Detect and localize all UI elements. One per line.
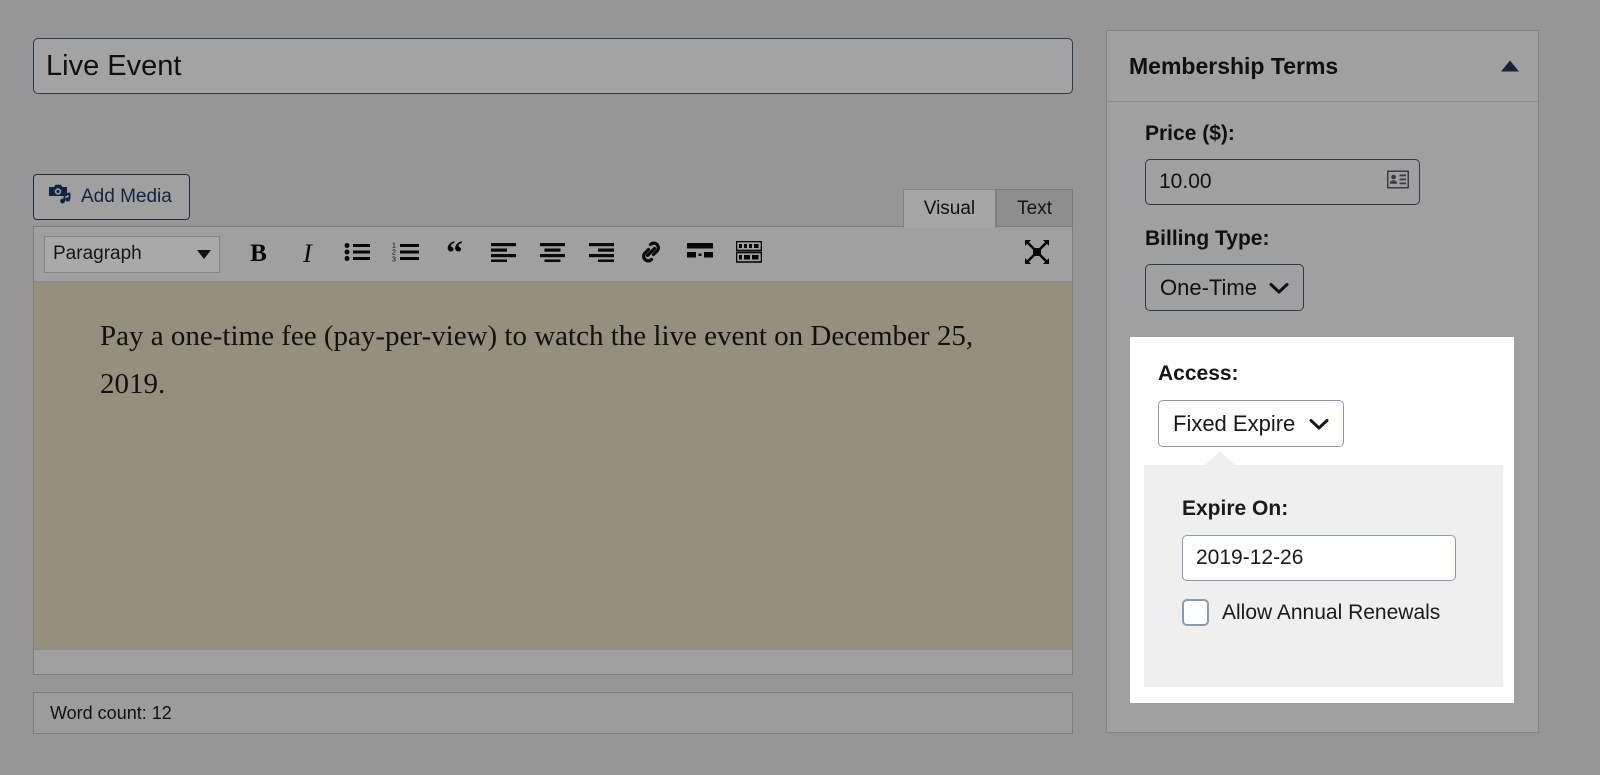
add-media-button[interactable]: Add Media xyxy=(33,174,190,220)
chevron-up-icon[interactable] xyxy=(1501,60,1519,72)
blockquote-button[interactable]: “ xyxy=(430,233,479,275)
access-label: Access: xyxy=(1158,362,1239,385)
metabox-header[interactable]: Membership Terms xyxy=(1107,31,1538,102)
tab-text[interactable]: Text xyxy=(996,189,1073,228)
expire-on-input[interactable] xyxy=(1182,535,1456,581)
editor-paragraph: Pay a one-time fee (pay-per-view) to wat… xyxy=(100,320,974,400)
editor-frame: Paragraph B I 1 2 3 “ Pay a one-time fee… xyxy=(33,226,1073,675)
read-more-icon xyxy=(686,242,713,267)
format-select[interactable]: Paragraph xyxy=(44,235,220,273)
align-right-icon xyxy=(589,242,614,267)
chevron-down-icon xyxy=(197,249,211,259)
media-camera-note-icon xyxy=(48,183,72,211)
allow-annual-renewals-row[interactable]: Allow Annual Renewals xyxy=(1182,599,1503,626)
format-select-value: Paragraph xyxy=(53,243,142,264)
access-type-value: Fixed Expire xyxy=(1173,410,1296,436)
billing-type-label: Billing Type: xyxy=(1145,227,1270,250)
blockquote-icon: “ xyxy=(446,234,463,272)
align-center-icon xyxy=(540,242,565,267)
link-icon xyxy=(638,239,664,270)
bold-icon: B xyxy=(250,240,267,267)
billing-type-value: One-Time xyxy=(1160,274,1257,300)
numbered-list-button[interactable]: 1 2 3 xyxy=(381,233,430,275)
bold-button[interactable]: B xyxy=(234,233,283,275)
editor-content-area[interactable]: Pay a one-time fee (pay-per-view) to wat… xyxy=(34,282,1072,649)
align-left-button[interactable] xyxy=(479,233,528,275)
align-center-button[interactable] xyxy=(528,233,577,275)
svg-text:1: 1 xyxy=(392,242,396,249)
word-count-status-bar: Word count: 12 xyxy=(33,692,1073,734)
read-more-button[interactable] xyxy=(675,233,724,275)
chevron-down-icon xyxy=(1269,275,1289,301)
editor-resize-handle[interactable] xyxy=(34,649,1072,674)
editor-toolbar: Paragraph B I 1 2 3 “ xyxy=(34,227,1072,282)
toolbar-toggle-button[interactable] xyxy=(724,233,773,275)
tab-visual[interactable]: Visual xyxy=(902,189,997,228)
allow-annual-renewals-label: Allow Annual Renewals xyxy=(1222,600,1441,624)
keyboard-toolbar-icon xyxy=(735,240,762,268)
subpanel-pointer-arrow xyxy=(1204,451,1236,466)
post-title-input[interactable] xyxy=(33,38,1073,94)
post-editor-column: Add Media Visual Text Paragraph B I xyxy=(33,38,1073,734)
italic-button[interactable]: I xyxy=(283,233,332,275)
access-type-select[interactable]: Fixed Expire xyxy=(1158,400,1345,447)
allow-annual-renewals-checkbox[interactable] xyxy=(1182,599,1209,626)
align-left-icon xyxy=(491,242,516,267)
bulleted-list-button[interactable] xyxy=(332,233,381,275)
italic-icon: I xyxy=(303,239,312,268)
metabox-body: Price ($): Billing Type: One-Time xyxy=(1107,102,1538,311)
numbered-list-icon: 1 2 3 xyxy=(392,242,420,267)
insert-link-button[interactable] xyxy=(626,233,675,275)
price-input[interactable] xyxy=(1145,159,1420,205)
chevron-down-icon xyxy=(1309,411,1329,437)
expire-on-label: Expire On: xyxy=(1182,497,1289,520)
fullscreen-expand-button[interactable] xyxy=(1020,237,1054,271)
fullscreen-expand-icon xyxy=(1022,237,1052,272)
billing-type-select[interactable]: One-Time xyxy=(1145,264,1304,311)
expire-settings-subpanel: Expire On: Allow Annual Renewals xyxy=(1144,451,1503,687)
word-count-label: Word count: 12 xyxy=(50,703,172,723)
add-media-label: Add Media xyxy=(81,186,172,207)
svg-text:2: 2 xyxy=(392,249,396,256)
svg-text:3: 3 xyxy=(392,256,396,262)
price-label: Price ($): xyxy=(1145,122,1235,145)
price-field-wrapper xyxy=(1145,159,1420,205)
align-right-button[interactable] xyxy=(577,233,626,275)
editor-mode-tabs: Visual Text xyxy=(902,188,1073,228)
access-settings-panel: Access: Fixed Expire Expire On: Allow An… xyxy=(1130,337,1514,703)
metabox-title: Membership Terms xyxy=(1129,52,1339,79)
bulleted-list-icon xyxy=(344,242,370,267)
